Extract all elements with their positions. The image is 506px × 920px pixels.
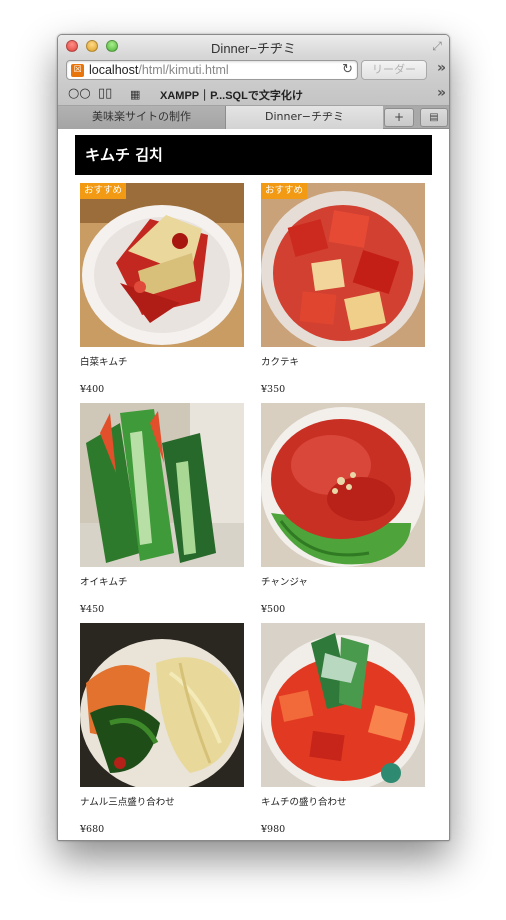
reading-list-icon[interactable]: ○○	[68, 86, 91, 101]
fullscreen-icon[interactable]: ⤢	[430, 39, 444, 53]
item-price: ¥980	[261, 824, 286, 835]
item-name[interactable]: 白菜キムチ	[80, 354, 244, 368]
menu-item[interactable]: おすすめ 白菜キムチ ¥400	[80, 183, 244, 395]
tab-bar: 美味楽サイトの制作 Dinner−チヂミ + ▤	[58, 106, 449, 129]
url-path: /html/kimuti.html	[138, 63, 229, 77]
bookmarks-overflow-icon[interactable]: »	[437, 85, 446, 101]
tab-dinner-active[interactable]: Dinner−チヂミ	[226, 106, 383, 129]
browser-window: Dinner−チヂミ ⤢ ☒ localhost/html/kimuti.htm…	[57, 34, 450, 841]
toolbar: ☒ localhost/html/kimuti.html ↻ リーダー »	[58, 57, 449, 83]
bookmarks-book-icon[interactable]: ▯▯	[98, 86, 112, 101]
page-content: キムチ 김치 おすすめ 白菜キムチ ¥400 おすすめ カクテキ ¥350 オイ…	[58, 130, 449, 840]
menu-item[interactable]: チャンジャ ¥500	[261, 403, 425, 615]
bookmarks-bar: ○○ ▯▯ ▦ XAMPP｜P...SQLで文字化け »	[58, 83, 449, 106]
kimchi-platter-photo[interactable]	[261, 623, 425, 787]
item-price: ¥400	[80, 384, 105, 395]
bookmark-item[interactable]: XAMPP｜P...SQLで文字化け	[160, 87, 303, 103]
recommended-badge: おすすめ	[80, 183, 127, 199]
menu-item[interactable]: オイキムチ ¥450	[80, 403, 244, 615]
cucumber-kimchi-photo[interactable]	[80, 403, 244, 567]
item-name[interactable]: キムチの盛り合わせ	[261, 794, 425, 808]
item-price: ¥350	[261, 384, 286, 395]
page-heading: キムチ 김치	[75, 135, 432, 175]
radish-kimchi-photo[interactable]: おすすめ	[261, 183, 425, 347]
site-favicon-icon: ☒	[71, 64, 84, 77]
top-sites-grid-icon[interactable]: ▦	[130, 88, 140, 101]
window-title: Dinner−チヂミ	[211, 41, 296, 56]
recommended-badge: おすすめ	[261, 183, 308, 199]
item-name[interactable]: カクテキ	[261, 354, 425, 368]
item-name[interactable]: チャンジャ	[261, 574, 425, 588]
item-price: ¥450	[80, 604, 105, 615]
reload-icon[interactable]: ↻	[342, 62, 353, 77]
url-host: localhost	[89, 63, 139, 77]
menu-item[interactable]: おすすめ カクテキ ¥350	[261, 183, 425, 395]
tab-overview-icon[interactable]: ▤	[420, 108, 448, 127]
menu-item[interactable]: キムチの盛り合わせ ¥980	[261, 623, 425, 835]
item-price: ¥680	[80, 824, 105, 835]
tab-mirakuraku[interactable]: 美味楽サイトの制作	[58, 106, 226, 129]
item-name[interactable]: オイキムチ	[80, 574, 244, 588]
address-bar[interactable]: ☒ localhost/html/kimuti.html ↻	[66, 60, 358, 80]
title-bar: Dinner−チヂミ ⤢	[58, 35, 449, 57]
reader-button[interactable]: リーダー	[361, 60, 427, 80]
menu-item[interactable]: ナムル三点盛り合わせ ¥680	[80, 623, 244, 835]
url-text: localhost/html/kimuti.html	[89, 63, 229, 77]
namul-platter-photo[interactable]	[80, 623, 244, 787]
item-name[interactable]: ナムル三点盛り合わせ	[80, 794, 244, 808]
new-tab-plus-icon[interactable]: +	[384, 108, 414, 127]
changja-photo[interactable]	[261, 403, 425, 567]
napa-cabbage-kimchi-photo[interactable]: おすすめ	[80, 183, 244, 347]
toolbar-overflow-icon[interactable]: »	[437, 60, 446, 76]
item-price: ¥500	[261, 604, 286, 615]
